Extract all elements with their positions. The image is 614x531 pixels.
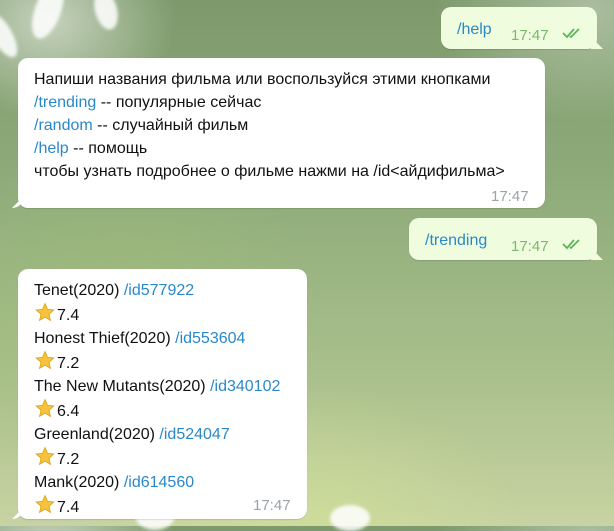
incoming-message-trending-list: Tenet(2020) /id577922 7.4 Honest Thief(202… (18, 269, 307, 519)
movie-title-line: Honest Thief(2020) /id553604 (34, 327, 280, 350)
movie-rating: 7.4 (57, 307, 80, 324)
trending-description: -- популярные сейчас (96, 94, 262, 111)
message-time: 17:47 (511, 27, 549, 44)
help-command-link[interactable]: /help (34, 140, 69, 157)
movie-rating-line: 7.4 (34, 494, 280, 519)
double-check-icon (562, 28, 580, 39)
movie-id-link[interactable]: /id577922 (124, 282, 194, 299)
movie-rating: 7.2 (57, 451, 80, 468)
trending-help-line: /trending -- популярные сейчас (34, 91, 505, 114)
movie-id-link[interactable]: /id614560 (124, 474, 194, 491)
background-petal (330, 505, 370, 531)
outgoing-message-help[interactable]: /help 17:47 (441, 7, 597, 49)
intro-line: Напиши названия фильма или воспользуйся … (34, 71, 491, 88)
message-time: 17:47 (511, 238, 549, 255)
help-description: -- помощь (68, 140, 148, 157)
incoming-message-intro: Напиши названия фильма или воспользуйся … (18, 58, 545, 208)
movie-id-link[interactable]: /id553604 (175, 330, 245, 347)
movie-rating-line: 7.2 (34, 350, 280, 375)
movie-title: Honest Thief(2020) (34, 330, 176, 347)
trending-command-text[interactable]: /trending (425, 229, 487, 252)
movie-rating-line: 7.2 (34, 446, 280, 471)
help-help-line: /help -- помощь (34, 137, 505, 160)
movie-title: Mank(2020) (34, 474, 124, 491)
movie-id-link[interactable]: /id340102 (210, 378, 280, 395)
message-time: 17:47 (253, 497, 291, 514)
star-icon (34, 446, 56, 467)
movie-title-line: Tenet(2020) /id577922 (34, 279, 280, 302)
random-help-line: /random -- случайный фильм (34, 114, 505, 137)
message-time: 17:47 (491, 188, 529, 205)
id-hint-line: чтобы узнать подробнее о фильме нажми на… (34, 163, 505, 180)
star-icon (34, 302, 56, 323)
movie-title-line: Mank(2020) /id614560 (34, 471, 280, 494)
trending-command-link[interactable]: /trending (34, 94, 96, 111)
movie-id-link[interactable]: /id524047 (159, 426, 229, 443)
outgoing-message-trending[interactable]: /trending 17:47 (409, 218, 597, 260)
star-icon (34, 494, 56, 515)
movie-rating: 6.4 (57, 403, 80, 420)
star-icon (34, 398, 56, 419)
help-command-text[interactable]: /help (457, 18, 492, 41)
background-petal (0, 8, 24, 62)
movie-rating-line: 6.4 (34, 398, 280, 423)
movie-title-line: Greenland(2020) /id524047 (34, 423, 280, 446)
movie-rating: 7.2 (57, 355, 80, 372)
movie-rating: 7.4 (57, 499, 80, 516)
movie-list: Tenet(2020) /id577922 7.4 Honest Thief(202… (34, 279, 280, 519)
double-check-icon (562, 239, 580, 250)
star-icon (34, 350, 56, 371)
movie-title: Greenland(2020) (34, 426, 160, 443)
background-petal (25, 0, 71, 43)
random-description: -- случайный фильм (92, 117, 249, 134)
background-petal (90, 0, 122, 33)
movie-title: The New Mutants(2020) (34, 378, 211, 395)
movie-rating-line: 7.4 (34, 302, 280, 327)
movie-title-line: The New Mutants(2020) /id340102 (34, 375, 280, 398)
random-command-link[interactable]: /random (34, 117, 93, 134)
movie-title: Tenet(2020) (34, 282, 124, 299)
